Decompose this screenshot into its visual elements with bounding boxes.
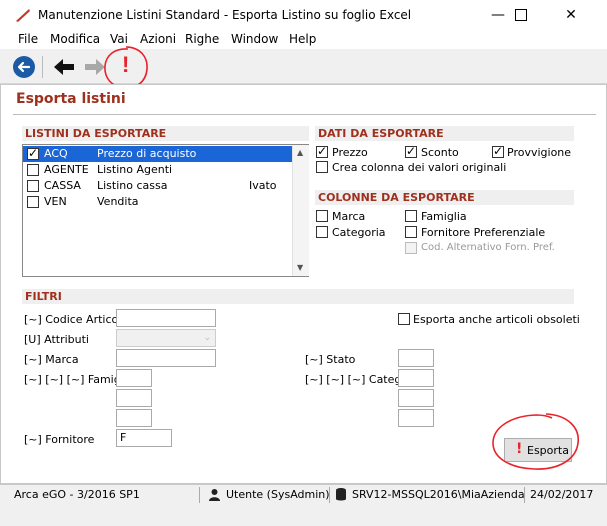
attributi-label: [U] Attributi <box>24 333 89 346</box>
cod-alternativo-label: Cod. Alternativo Forn. Pref. <box>421 242 555 253</box>
menu-modifica[interactable]: Modifica <box>50 32 100 46</box>
listbox-scrollbar[interactable]: ▲ ▼ <box>292 145 309 276</box>
attributi-select: ⌄ <box>116 329 216 347</box>
listino-name: Vendita <box>97 195 139 208</box>
status-bar: Arca eGO - 3/2016 SP1 Utente (SysAdmin) … <box>0 484 607 505</box>
list-item[interactable]: VEN Vendita <box>23 194 293 210</box>
status-divider <box>524 487 525 503</box>
listino-code: AGENTE <box>44 163 89 176</box>
categoria-input-2[interactable] <box>398 389 434 407</box>
categoria-checkbox[interactable] <box>316 226 328 238</box>
title-bar: Manutenzione Listini Standard - Esporta … <box>0 0 607 30</box>
listino-name: Listino Agenti <box>97 163 173 176</box>
list-item[interactable]: AGENTE Listino Agenti <box>23 162 293 178</box>
marca-filter-label: [~] Marca <box>24 353 79 366</box>
colonne-header: COLONNE DA ESPORTARE <box>315 190 574 205</box>
chevron-down-icon: ⌄ <box>203 333 211 343</box>
maximize-button[interactable] <box>498 0 544 30</box>
sconto-label: Sconto <box>421 146 459 159</box>
crea-colonna-label: Crea colonna dei valori originali <box>332 161 507 174</box>
marca-col-label: Marca <box>332 210 366 223</box>
close-button[interactable]: ✕ <box>548 0 594 30</box>
toolbar-separator <box>42 56 43 78</box>
listino-name: Prezzo di acquisto <box>97 147 197 160</box>
famiglia-input-3[interactable] <box>116 409 152 427</box>
fornitore-pref-checkbox[interactable] <box>405 226 417 238</box>
stato-filter-label: [~] Stato <box>305 353 356 366</box>
toolbar: ! <box>0 49 607 84</box>
famiglia-input-2[interactable] <box>116 389 152 407</box>
provvigione-checkbox[interactable] <box>492 144 504 158</box>
listini-listbox[interactable]: ACQ Prezzo di acquisto AGENTE Listino Ag… <box>22 144 309 277</box>
annotation-circle <box>492 413 579 470</box>
crea-colonna-checkbox[interactable] <box>316 161 328 173</box>
listino-checkbox[interactable] <box>27 164 39 176</box>
listino-code: ACQ <box>44 147 68 160</box>
obsoleti-checkbox[interactable] <box>398 313 410 325</box>
list-item[interactable]: ACQ Prezzo di acquisto <box>23 146 293 162</box>
listino-checkbox[interactable] <box>27 146 39 160</box>
sconto-checkbox[interactable] <box>405 144 417 158</box>
status-divider <box>329 487 330 503</box>
stato-input[interactable] <box>398 349 434 367</box>
arrow-left-icon[interactable] <box>52 57 76 77</box>
menu-bar: File Modifica Vai Azioni Righe Window He… <box>0 30 607 49</box>
prezzo-label: Prezzo <box>332 146 368 159</box>
app-logo-icon <box>16 9 30 22</box>
list-item[interactable]: CASSA Listino cassa Ivato <box>23 178 293 194</box>
codice-articolo-input[interactable] <box>116 309 216 327</box>
menu-window[interactable]: Window <box>231 32 278 46</box>
categoria-input-1[interactable] <box>398 369 434 387</box>
title-divider <box>13 114 596 115</box>
menu-file[interactable]: File <box>18 32 38 46</box>
listino-checkbox[interactable] <box>27 196 39 208</box>
back-circle-icon[interactable] <box>12 55 36 79</box>
cod-alternativo-checkbox <box>405 242 417 254</box>
obsoleti-label: Esporta anche articoli obsoleti <box>413 313 580 326</box>
listino-note: Ivato <box>249 179 277 192</box>
scroll-down-icon[interactable]: ▼ <box>297 263 303 272</box>
status-app: Arca eGO - 3/2016 SP1 <box>14 488 140 501</box>
fornitore-filter-label: [~] Fornitore <box>24 433 95 446</box>
marca-checkbox[interactable] <box>316 210 328 222</box>
fornitore-input[interactable]: F <box>116 429 172 447</box>
fornitore-pref-label: Fornitore Preferenziale <box>421 226 546 239</box>
prezzo-checkbox[interactable] <box>316 144 328 158</box>
database-icon <box>336 488 346 501</box>
dati-header: DATI DA ESPORTARE <box>315 126 574 141</box>
scroll-up-icon[interactable]: ▲ <box>297 148 303 157</box>
codice-articolo-label: [~] Codice Articolo <box>24 313 129 326</box>
listino-code: VEN <box>44 195 67 208</box>
listino-name: Listino cassa <box>97 179 168 192</box>
status-db: SRV12-MSSQL2016\MiaAzienda <box>352 488 525 501</box>
status-user: Utente (SysAdmin) <box>226 488 330 501</box>
status-date: 24/02/2017 <box>530 488 594 501</box>
listino-code: CASSA <box>44 179 81 192</box>
user-icon <box>209 489 220 501</box>
provvigione-label: Provvigione <box>507 146 572 159</box>
listini-header: LISTINI DA ESPORTARE <box>22 126 309 141</box>
menu-help[interactable]: Help <box>289 32 316 46</box>
filtri-header: FILTRI <box>22 289 574 304</box>
marca-input[interactable] <box>116 349 216 367</box>
famiglia-col-label: Famiglia <box>421 210 467 223</box>
famiglia-checkbox[interactable] <box>405 210 417 222</box>
status-divider <box>199 487 200 503</box>
categoria-input-3[interactable] <box>398 409 434 427</box>
window-title: Manutenzione Listini Standard - Esporta … <box>38 8 412 22</box>
famiglia-input-1[interactable] <box>116 369 152 387</box>
menu-righe[interactable]: Righe <box>185 32 219 46</box>
page-title: Esporta listini <box>16 91 126 107</box>
categoria-col-label: Categoria <box>332 226 386 239</box>
listino-checkbox[interactable] <box>27 180 39 192</box>
